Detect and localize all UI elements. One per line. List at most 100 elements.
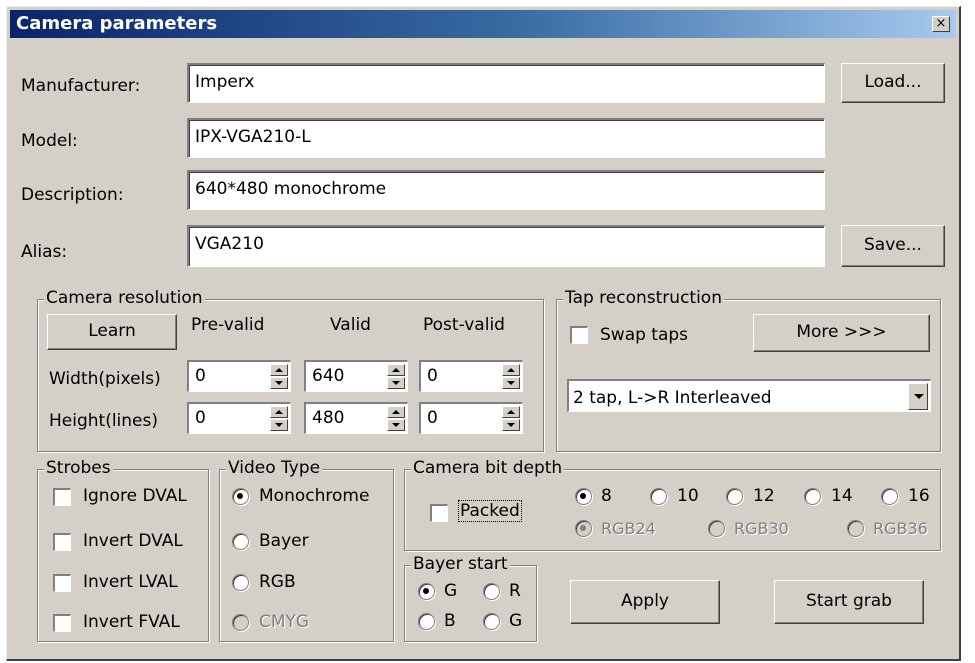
- rgb-label: RGB: [259, 572, 296, 592]
- model-field[interactable]: IPX-VGA210-L: [187, 118, 825, 158]
- rgb36-label: RGB36: [873, 519, 928, 538]
- video-type-title: Video Type: [226, 458, 323, 478]
- pre-valid-header: Pre-valid: [191, 315, 265, 335]
- ignore-dval-label: Ignore DVAL: [83, 486, 187, 506]
- dropdown-arrow-icon[interactable]: [908, 383, 928, 410]
- bit-depth-10-label: 10: [677, 486, 699, 506]
- bit-depth-14-radio[interactable]: [804, 488, 821, 505]
- learn-button[interactable]: Learn: [47, 314, 177, 350]
- height-pre-valid-spinner[interactable]: 0: [187, 402, 291, 434]
- cmyg-label: CMYG: [259, 612, 310, 632]
- invert-lval-label: Invert LVAL: [83, 572, 178, 592]
- width-valid-value: 640: [312, 366, 345, 386]
- strobes-title: Strobes: [44, 458, 113, 478]
- rgb36-radio: [847, 520, 864, 537]
- rgb24-radio: [575, 520, 592, 537]
- bit-depth-10-radio[interactable]: [650, 488, 667, 505]
- manufacturer-label: Manufacturer:: [21, 76, 141, 96]
- spin-down-icon[interactable]: [502, 419, 520, 431]
- bayer-label: Bayer: [259, 531, 309, 551]
- alias-label: Alias:: [21, 242, 68, 262]
- spin-down-icon[interactable]: [502, 377, 520, 389]
- width-post-valid-spinner[interactable]: 0: [419, 360, 523, 392]
- camera-bit-depth-title: Camera bit depth: [411, 458, 565, 478]
- bayer-start-b-radio[interactable]: [418, 613, 435, 630]
- bit-depth-8-radio[interactable]: [575, 488, 592, 505]
- height-valid-spinner[interactable]: 480: [304, 402, 408, 434]
- manufacturer-field[interactable]: Imperx: [187, 63, 825, 103]
- height-valid-value: 480: [312, 408, 345, 428]
- bayer-start-g-bottom-radio[interactable]: [483, 613, 500, 630]
- spin-up-icon[interactable]: [502, 364, 520, 376]
- tap-reconstruction-title: Tap reconstruction: [563, 288, 724, 308]
- invert-dval-checkbox[interactable]: [53, 533, 71, 551]
- alias-field[interactable]: VGA210: [187, 225, 825, 267]
- title-bar[interactable]: Camera parameters ×: [10, 10, 956, 38]
- height-post-valid-value: 0: [427, 408, 438, 428]
- rgb30-label: RGB30: [734, 519, 789, 538]
- rgb30-radio: [708, 520, 725, 537]
- window-title: Camera parameters: [16, 13, 218, 34]
- invert-fval-checkbox[interactable]: [53, 614, 71, 632]
- camera-resolution-title: Camera resolution: [44, 288, 205, 308]
- width-pre-valid-spinner[interactable]: 0: [187, 360, 291, 392]
- spin-up-icon[interactable]: [387, 406, 405, 418]
- model-label: Model:: [21, 131, 78, 151]
- width-pre-valid-value: 0: [195, 366, 206, 386]
- spin-up-icon[interactable]: [387, 364, 405, 376]
- spin-up-icon[interactable]: [502, 406, 520, 418]
- height-label: Height(lines): [49, 411, 158, 431]
- invert-lval-checkbox[interactable]: [53, 574, 71, 592]
- spin-down-icon[interactable]: [387, 377, 405, 389]
- bit-depth-16-radio[interactable]: [881, 488, 898, 505]
- packed-label: Packed: [458, 500, 522, 522]
- bayer-start-g-bottom-label: G: [509, 611, 523, 631]
- bayer-start-g-top-radio[interactable]: [418, 583, 435, 600]
- bit-depth-12-label: 12: [753, 486, 775, 506]
- camera-parameters-dialog: Camera parameters × Manufacturer: Imperx…: [6, 6, 961, 661]
- bayer-radio[interactable]: [232, 533, 249, 550]
- spin-up-icon[interactable]: [270, 406, 288, 418]
- bayer-start-b-label: B: [444, 611, 456, 631]
- post-valid-header: Post-valid: [423, 315, 505, 335]
- bayer-start-r-label: R: [509, 581, 521, 601]
- height-post-valid-spinner[interactable]: 0: [419, 402, 523, 434]
- rgb24-label: RGB24: [601, 519, 656, 538]
- swap-taps-checkbox[interactable]: [570, 326, 588, 344]
- spin-down-icon[interactable]: [270, 419, 288, 431]
- cmyg-radio: [232, 614, 249, 631]
- bit-depth-16-label: 16: [908, 486, 930, 506]
- close-icon[interactable]: ×: [932, 16, 950, 32]
- width-post-valid-value: 0: [427, 366, 438, 386]
- width-label: Width(pixels): [49, 369, 161, 389]
- bit-depth-12-radio[interactable]: [726, 488, 743, 505]
- apply-button[interactable]: Apply: [570, 580, 720, 624]
- start-grab-button[interactable]: Start grab: [774, 580, 924, 624]
- monochrome-radio[interactable]: [232, 488, 249, 505]
- more-button[interactable]: More >>>: [753, 314, 930, 352]
- monochrome-label: Monochrome: [259, 486, 370, 506]
- invert-fval-label: Invert FVAL: [83, 612, 180, 632]
- tap-mode-select[interactable]: 2 tap, L->R Interleaved: [567, 379, 931, 412]
- load-button[interactable]: Load...: [841, 63, 945, 103]
- spin-down-icon[interactable]: [270, 377, 288, 389]
- valid-header: Valid: [330, 315, 371, 335]
- packed-checkbox[interactable]: [430, 504, 448, 522]
- spin-up-icon[interactable]: [270, 364, 288, 376]
- bit-depth-14-label: 14: [831, 486, 853, 506]
- description-field[interactable]: 640*480 monochrome: [187, 170, 825, 210]
- swap-taps-label: Swap taps: [600, 325, 689, 345]
- bayer-start-r-radio[interactable]: [483, 583, 500, 600]
- tap-mode-value: 2 tap, L->R Interleaved: [573, 388, 772, 408]
- spin-down-icon[interactable]: [387, 419, 405, 431]
- bit-depth-8-label: 8: [601, 486, 612, 506]
- save-button[interactable]: Save...: [841, 225, 945, 267]
- bayer-start-g-top-label: G: [444, 581, 458, 601]
- ignore-dval-checkbox[interactable]: [53, 488, 71, 506]
- rgb-radio[interactable]: [232, 574, 249, 591]
- description-label: Description:: [21, 185, 124, 205]
- width-valid-spinner[interactable]: 640: [304, 360, 408, 392]
- invert-dval-label: Invert DVAL: [83, 531, 183, 551]
- bayer-start-title: Bayer start: [411, 554, 510, 574]
- height-pre-valid-value: 0: [195, 408, 206, 428]
